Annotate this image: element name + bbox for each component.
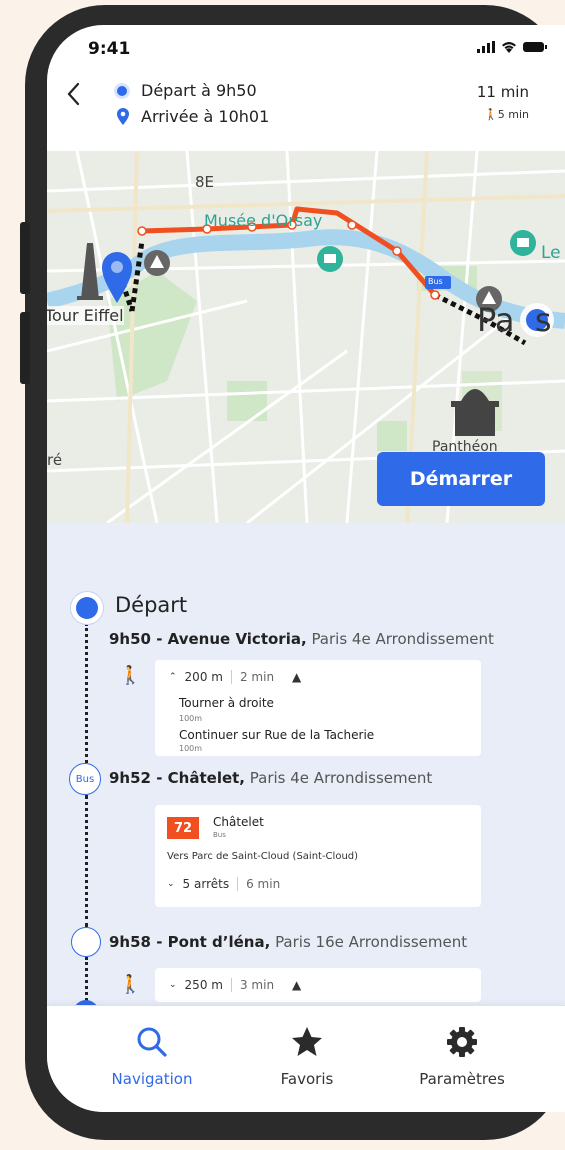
warning-icon: ▲ [292, 670, 302, 684]
bus-marker: Bus [69, 763, 101, 795]
chevron-down-icon: ⌄ [167, 879, 175, 889]
bottom-nav: Navigation Favoris Paramètres [47, 1005, 565, 1112]
map-label-paris: Pa s [477, 301, 552, 339]
timeline-connector [85, 957, 88, 1001]
chevron-down-icon: ⌄ [169, 980, 177, 990]
step-distance: 100m [179, 744, 203, 753]
step-instruction: Tourner à droite [179, 696, 274, 710]
map-label-left: ré [47, 451, 63, 469]
walk-step-card[interactable]: ⌃ 200 m 2 min ▲ Tourner à droite 100m Co… [155, 660, 481, 756]
walk-summary-row[interactable]: ⌄ 250 m 3 min ▲ [169, 978, 301, 992]
app-screen: 9:41 Départ à 9h50 Arrivée à 10h01 11 mi… [47, 25, 565, 1112]
stop-3: 9h58 - Pont d’léna, Paris 16e Arrondisse… [109, 933, 468, 951]
search-icon [137, 1027, 167, 1057]
departure-marker [71, 592, 103, 624]
stop-2: 9h52 - Châtelet, Paris 4e Arrondissement [109, 769, 433, 787]
battery-icon [523, 42, 547, 52]
gear-icon [447, 1027, 477, 1057]
location-pin-icon [117, 107, 129, 125]
stop-marker [71, 927, 101, 957]
status-icons [477, 41, 547, 53]
map-label-musee: Musée d'Orsay [204, 211, 323, 230]
bus-direction: Vers Parc de Saint-Cloud (Saint-Cloud) [167, 851, 359, 862]
departure-dot-icon [117, 85, 127, 96]
phone-side-button [20, 312, 30, 384]
walk-step-card[interactable]: ⌄ 250 m 3 min ▲ [155, 968, 481, 1002]
map-bus-tag: Bus [428, 277, 443, 286]
bus-line-badge: 72 [167, 817, 199, 839]
nav-item-favoris[interactable]: Favoris [232, 1006, 382, 1112]
walk-icon: 🚶 [484, 108, 498, 121]
bus-mode: Bus [213, 831, 226, 839]
map-label-eiffel: Tour Eiffel [47, 306, 124, 325]
step-distance: 100m [179, 714, 203, 723]
walk-icon: 🚶 [119, 974, 142, 995]
phone-side-button [20, 222, 30, 294]
start-button[interactable]: Démarrer [377, 452, 545, 506]
walk-summary-row[interactable]: ⌃ 200 m 2 min ▲ [169, 670, 301, 684]
chevron-up-icon: ⌃ [169, 672, 177, 682]
timeline-connector [85, 795, 88, 927]
nav-item-navigation[interactable]: Navigation [77, 1006, 227, 1112]
bus-stop-name: Châtelet [213, 815, 264, 829]
bus-card[interactable]: 72 Châtelet Bus Vers Parc de Saint-Cloud… [155, 805, 481, 907]
arrival-text: Arrivée à 10h01 [141, 107, 270, 126]
star-icon [292, 1027, 322, 1056]
departure-title: Départ [115, 593, 188, 617]
departure-line: Départ à 9h50 [115, 81, 257, 100]
trip-duration: 11 min [476, 83, 529, 101]
map-label-8e: 8E [195, 173, 215, 191]
walk-time: 🚶5 min [484, 108, 529, 121]
bus-stops-row[interactable]: ⌄ 5 arrêts 6 min [167, 877, 280, 891]
timeline-connector [85, 623, 88, 763]
step-instruction: Continuer sur Rue de la Tacherie [179, 728, 375, 742]
status-time: 9:41 [88, 39, 131, 59]
warning-icon: ▲ [292, 978, 302, 992]
signal-icon [477, 41, 495, 53]
wifi-icon [502, 42, 516, 53]
nav-item-parametres[interactable]: Paramètres [387, 1006, 537, 1112]
arrival-line: Arrivée à 10h01 [115, 107, 269, 126]
map-label-louvre: Le [541, 243, 561, 263]
chevron-left-icon [67, 82, 80, 106]
walk-icon: 🚶 [119, 665, 142, 686]
back-button[interactable] [65, 81, 89, 109]
departure-text: Départ à 9h50 [141, 81, 257, 100]
stop-1: 9h50 - Avenue Victoria, Paris 4e Arrondi… [109, 630, 494, 648]
